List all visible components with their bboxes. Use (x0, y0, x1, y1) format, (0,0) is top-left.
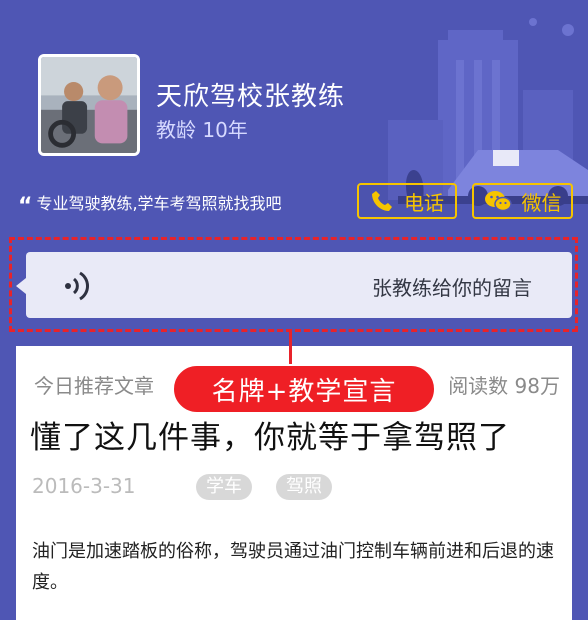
voice-message-bubble[interactable]: 张教练给你的留言 (16, 252, 572, 318)
article-tag[interactable]: 驾照 (276, 474, 332, 500)
annotation-callout: 名牌+教学宣言 (172, 364, 436, 414)
coach-experience: 教龄 10年 (156, 118, 248, 142)
quote-icon: “ (18, 194, 33, 219)
wechat-icon (484, 191, 512, 212)
avatar-photo-icon (41, 57, 137, 153)
phone-button[interactable]: 电话 (357, 183, 457, 219)
coach-profile-page: 天欣驾校张教练 教龄 10年 “专业驾驶教练,学车考驾照就找我吧 电话 微信 张… (0, 0, 588, 620)
article-tag[interactable]: 学车 (196, 474, 252, 500)
wechat-button[interactable]: 微信 (472, 183, 573, 219)
article-title[interactable]: 懂了这几件事，你就等于拿驾照了 (30, 412, 510, 457)
coach-name: 天欣驾校张教练 (156, 82, 346, 112)
coach-slogan: “专业驾驶教练,学车考驾照就找我吧 (18, 190, 282, 219)
article-section-label: 今日推荐文章 (34, 374, 154, 398)
coach-avatar (38, 54, 140, 156)
phone-button-label: 电话 (404, 190, 444, 215)
phone-icon (372, 191, 392, 211)
wechat-button-label: 微信 (521, 190, 562, 215)
article-date: 2016-3-31 (32, 474, 136, 498)
article-excerpt: 油门是加速踏板的俗称，驾驶员通过油门控制车辆前进和后退的速度。 (32, 541, 554, 593)
article-read-count: 阅读数 98万 (448, 374, 560, 398)
voice-message-text: 张教练给你的留言 (372, 276, 532, 300)
voice-icon (65, 271, 90, 301)
slogan-text: 专业驾驶教练,学车考驾照就找我吧 (36, 194, 282, 213)
